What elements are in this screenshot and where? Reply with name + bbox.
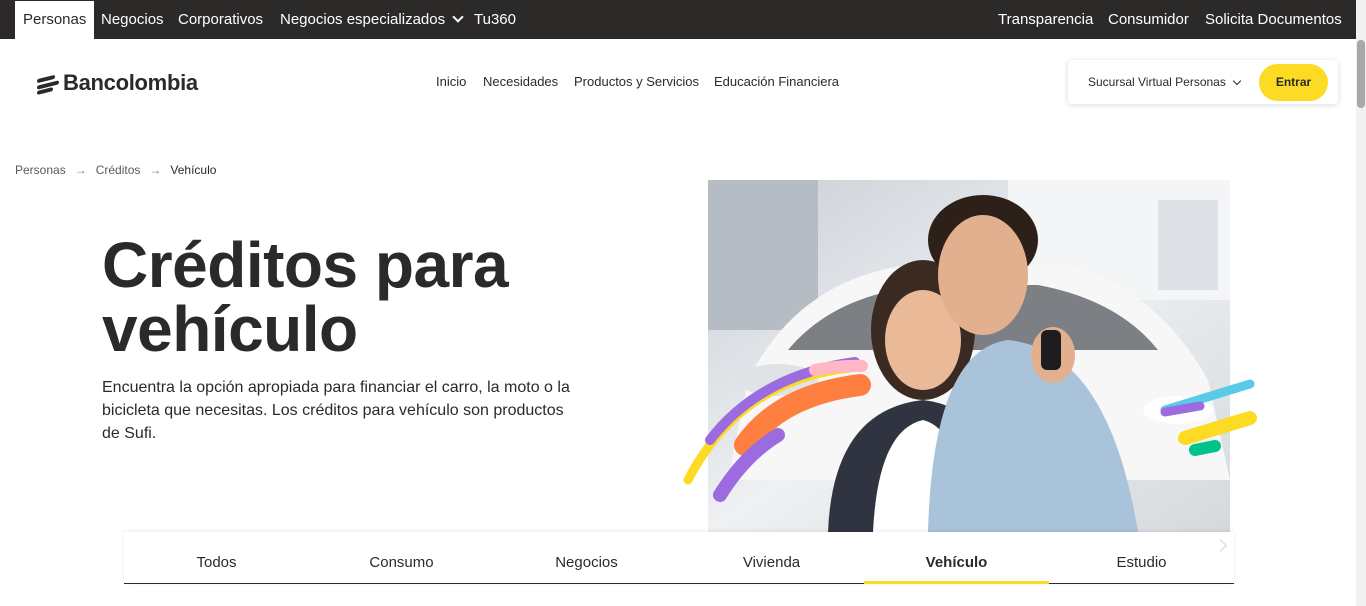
breadcrumb-vehiculo: Vehículo bbox=[170, 163, 217, 177]
top-nav-negocios[interactable]: Negocios bbox=[101, 0, 164, 39]
top-nav-consumidor[interactable]: Consumidor bbox=[1108, 0, 1189, 39]
breadcrumb-creditos[interactable]: Créditos bbox=[96, 163, 141, 177]
top-nav-solicita-documentos[interactable]: Solicita Documentos bbox=[1205, 0, 1342, 39]
scrollbar-thumb[interactable] bbox=[1357, 40, 1365, 108]
top-nav-personas[interactable]: Personas bbox=[15, 1, 95, 39]
sucursal-virtual-panel: Sucursal Virtual Personas Entrar bbox=[1068, 60, 1338, 104]
hero-image bbox=[708, 180, 1230, 532]
logo-text: Bancolombia bbox=[63, 70, 198, 95]
hero-description: Encuentra la opción apropiada para finan… bbox=[102, 379, 570, 442]
top-navigation-bar: Personas Negocios Corporativos Negocios … bbox=[0, 0, 1356, 39]
top-nav-negocios-especializados-label: Negocios especializados bbox=[280, 11, 446, 28]
top-nav-tu360[interactable]: Tu360 bbox=[474, 0, 516, 39]
nav-productos-y-servicios[interactable]: Productos y Servicios bbox=[574, 74, 699, 89]
nav-inicio[interactable]: Inicio bbox=[436, 74, 466, 89]
nav-necesidades[interactable]: Necesidades bbox=[483, 74, 558, 89]
arrow-right-icon: → bbox=[74, 163, 87, 177]
tab-consumo[interactable]: Consumo bbox=[309, 532, 494, 584]
tab-estudio[interactable]: Estudio bbox=[1049, 532, 1234, 584]
top-nav-negocios-especializados[interactable]: Negocios especializados bbox=[280, 0, 464, 39]
nav-educacion-financiera[interactable]: Educación Financiera bbox=[714, 74, 839, 89]
chevron-right-icon[interactable] bbox=[1215, 537, 1229, 555]
arrow-right-icon: → bbox=[149, 163, 162, 177]
page-scrollbar[interactable] bbox=[1356, 0, 1366, 606]
entrar-button[interactable]: Entrar bbox=[1259, 64, 1328, 101]
chevron-down-icon bbox=[452, 11, 464, 23]
top-nav-transparencia[interactable]: Transparencia bbox=[998, 0, 1093, 39]
top-nav-corporativos[interactable]: Corporativos bbox=[178, 0, 263, 39]
bancolombia-logo[interactable]: Bancolombia bbox=[37, 70, 198, 96]
tab-todos[interactable]: Todos bbox=[124, 532, 309, 584]
breadcrumb-personas[interactable]: Personas bbox=[15, 163, 66, 177]
sucursal-virtual-label: Sucursal Virtual Personas bbox=[1088, 75, 1226, 89]
chevron-down-icon bbox=[1232, 76, 1242, 86]
page-title: Créditos para vehículo bbox=[102, 229, 509, 365]
couple-with-car-illustration bbox=[708, 180, 1230, 532]
sucursal-virtual-dropdown[interactable]: Sucursal Virtual Personas bbox=[1088, 75, 1242, 89]
credit-category-tabs: Todos Consumo Negocios Vivienda Vehículo… bbox=[124, 532, 1234, 584]
tab-negocios[interactable]: Negocios bbox=[494, 532, 679, 584]
breadcrumb: Personas → Créditos → Vehículo bbox=[15, 163, 216, 177]
tab-vehiculo[interactable]: Vehículo bbox=[864, 532, 1049, 584]
bancolombia-logo-icon bbox=[37, 72, 59, 95]
tab-vivienda[interactable]: Vivienda bbox=[679, 532, 864, 584]
